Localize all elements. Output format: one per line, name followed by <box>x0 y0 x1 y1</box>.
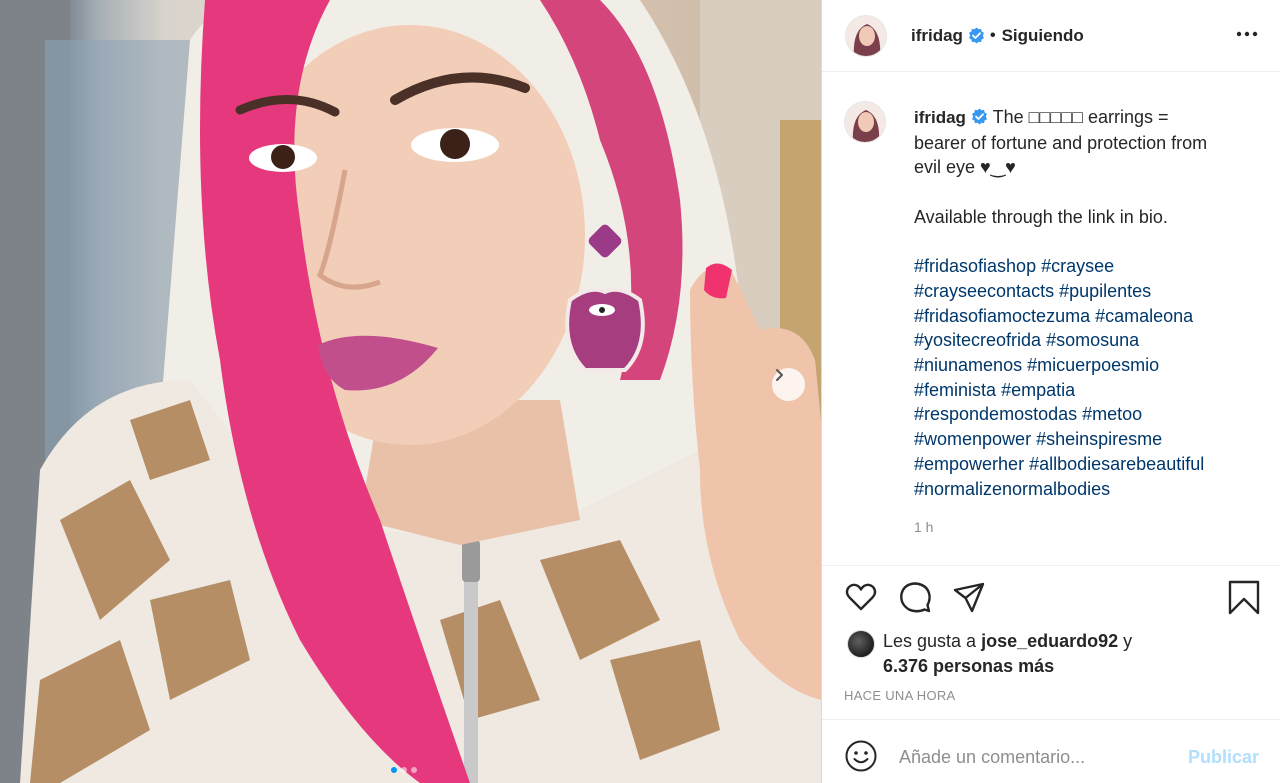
caption-avatar[interactable] <box>844 101 886 143</box>
paper-plane-icon[interactable] <box>952 580 986 614</box>
hashtag-list: #fridasofiashop #craysee #crayseecontacts… <box>914 254 1254 501</box>
hashtag-link[interactable]: #pupilentes <box>1059 281 1151 301</box>
hashtag-link[interactable]: #allbodiesarebeautiful <box>1029 454 1204 474</box>
next-slide-button[interactable] <box>772 368 805 401</box>
liker-avatar[interactable] <box>847 630 875 658</box>
hashtag-link[interactable]: #craysee <box>1041 256 1114 276</box>
hashtag-line: #niunamenos #micuerpoesmio <box>914 353 1254 378</box>
chevron-right-icon <box>776 369 783 381</box>
caption-line: ifridag The □□□□□ earrings = <box>914 105 1254 131</box>
hashtag-link[interactable]: #metoo <box>1082 404 1142 424</box>
posted-timestamp[interactable]: HACE UNA HORA <box>844 688 956 703</box>
hashtag-link[interactable]: #normalizenormalbodies <box>914 479 1110 499</box>
caption-line: Available through the link in bio. <box>914 206 1168 227</box>
hashtag-link[interactable]: #sheinspiresme <box>1036 429 1162 449</box>
likes-prefix: Les gusta a <box>883 631 977 651</box>
hashtag-line: #empowerher #allbodiesarebeautiful <box>914 452 1254 477</box>
hashtag-link[interactable]: #empatia <box>1001 380 1075 400</box>
photo-iris-right <box>440 129 470 159</box>
likes-count-link[interactable]: 6.376 personas más <box>883 656 1054 676</box>
post-photo[interactable] <box>0 0 821 783</box>
post-side-panel: ifridag • Siguiendo ifridag The □□□□□ ea… <box>821 0 1280 783</box>
more-options-icon[interactable] <box>1236 22 1258 46</box>
post-header: ifridag • Siguiendo <box>822 0 1280 72</box>
hashtag-link[interactable]: #feminista <box>914 380 996 400</box>
caption-text: ifridag The □□□□□ earrings = bearer of f… <box>914 105 1254 501</box>
hashtag-link[interactable]: #respondemostodas <box>914 404 1077 424</box>
avatar-image <box>846 15 886 56</box>
hashtag-link[interactable]: #crayseecontacts <box>914 281 1054 301</box>
hashtag-line: #crayseecontacts #pupilentes <box>914 279 1254 304</box>
comment-input[interactable] <box>899 742 1179 772</box>
publish-button[interactable]: Publicar <box>1188 747 1259 768</box>
likes-text: Les gusta a jose_eduardo92 y 6.376 perso… <box>883 629 1132 679</box>
heart-icon[interactable] <box>844 580 878 614</box>
post-photo-illustration <box>0 0 821 783</box>
caption-line: bearer of fortune and protection from <box>914 132 1208 153</box>
caption-line-text: The □□□□□ earrings = <box>992 107 1169 127</box>
hashtag-line: #fridasofiamoctezuma #camaleona <box>914 304 1254 329</box>
hashtag-link[interactable]: #yositecreofrida <box>914 330 1041 350</box>
comment-composer: Publicar <box>822 720 1280 783</box>
avatar-image <box>845 102 885 142</box>
comment-bubble-icon[interactable] <box>898 580 932 614</box>
hashtag-line: #respondemostodas #metoo <box>914 402 1254 427</box>
likes-conjunction: y <box>1123 631 1133 651</box>
likes-summary: Les gusta a jose_eduardo92 y 6.376 perso… <box>844 626 1264 676</box>
hashtag-link[interactable]: #empowerher <box>914 454 1024 474</box>
photo-iris-left <box>271 145 295 169</box>
hashtag-link[interactable]: #womenpower <box>914 429 1031 449</box>
caption-username[interactable]: ifridag <box>914 108 966 127</box>
hashtag-link[interactable]: #somosuna <box>1046 330 1139 350</box>
caption-line: evil eye ♥‿♥ <box>914 157 1016 178</box>
avatar[interactable] <box>845 14 887 57</box>
header-separator: • <box>989 26 996 44</box>
hashtag-line: #fridasofiashop #craysee <box>914 254 1254 279</box>
hashtag-link[interactable]: #camaleona <box>1095 306 1193 326</box>
verified-badge-icon <box>969 27 984 44</box>
caption-line <box>914 180 1254 205</box>
hashtag-link[interactable]: #niunamenos <box>914 355 1022 375</box>
carousel-dot <box>411 767 417 773</box>
hashtag-line: #yositecreofrida #somosuna <box>914 328 1254 353</box>
carousel-dot <box>391 767 397 773</box>
verified-badge-icon <box>972 108 987 125</box>
caption-age[interactable]: 1 h <box>914 519 933 535</box>
hashtag-link[interactable]: #fridasofiashop <box>914 256 1036 276</box>
smiley-icon[interactable] <box>844 739 878 773</box>
photo-zipper-pull <box>462 540 480 582</box>
following-button[interactable]: Siguiendo <box>1002 26 1084 46</box>
caption-area: ifridag The □□□□□ earrings = bearer of f… <box>822 96 1280 566</box>
hashtag-line: #womenpower #sheinspiresme <box>914 427 1254 452</box>
liker-username[interactable]: jose_eduardo92 <box>981 631 1118 651</box>
caption-line <box>914 230 1254 255</box>
hashtag-link[interactable]: #micuerpoesmio <box>1027 355 1159 375</box>
hashtag-line: #feminista #empatia <box>914 378 1254 403</box>
divider <box>822 565 1280 566</box>
carousel-indicator <box>391 767 417 773</box>
hashtag-link[interactable]: #fridasofiamoctezuma <box>914 306 1090 326</box>
bookmark-icon[interactable] <box>1227 580 1261 616</box>
action-bar <box>844 580 1261 616</box>
hashtag-line: #normalizenormalbodies <box>914 477 1254 502</box>
carousel-dot <box>401 767 407 773</box>
header-username[interactable]: ifridag <box>911 26 963 46</box>
